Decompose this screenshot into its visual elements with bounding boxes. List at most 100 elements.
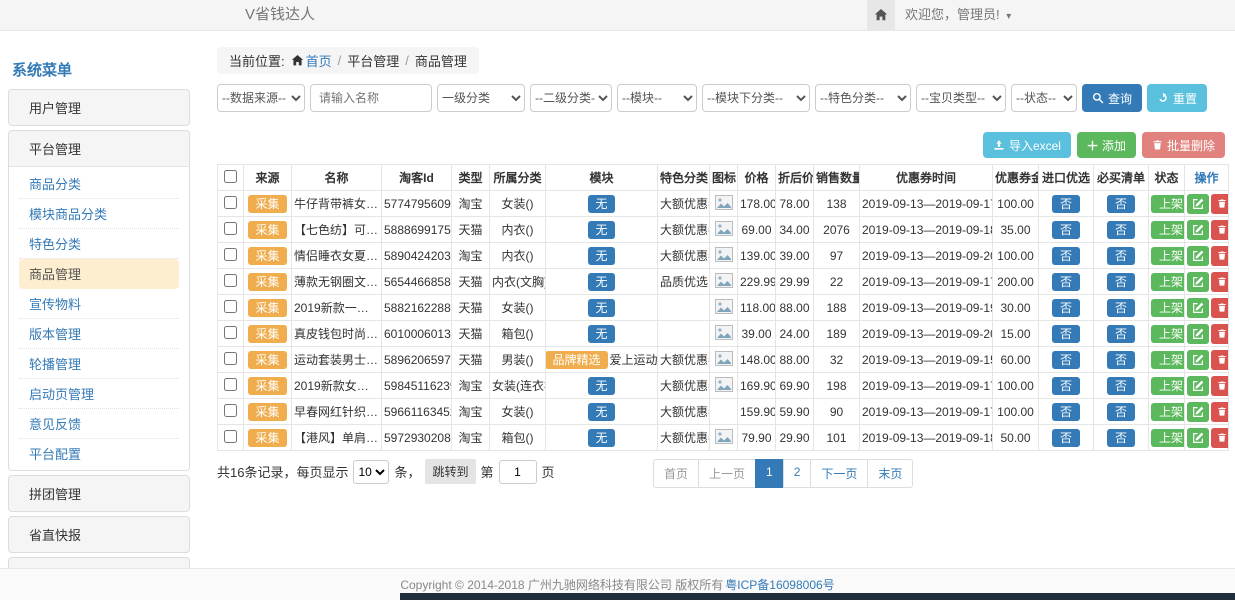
status-toggle[interactable]: 上架 bbox=[1151, 377, 1185, 395]
status-toggle[interactable]: 上架 bbox=[1151, 273, 1185, 291]
delete-button[interactable] bbox=[1211, 350, 1229, 370]
import-select-toggle[interactable]: 否 bbox=[1052, 195, 1080, 213]
query-button[interactable]: 查询 bbox=[1082, 84, 1142, 112]
must-buy-toggle[interactable]: 否 bbox=[1107, 429, 1135, 447]
pager-button[interactable]: 1 bbox=[755, 459, 784, 488]
delete-button[interactable] bbox=[1211, 428, 1229, 448]
user-menu[interactable]: 欢迎您，管理员! ▾ bbox=[905, 0, 1011, 32]
sidebar-item[interactable]: 省直快报 bbox=[9, 517, 189, 552]
must-buy-toggle[interactable]: 否 bbox=[1107, 221, 1135, 239]
jump-button[interactable]: 跳转到 bbox=[425, 459, 475, 484]
row-checkbox[interactable] bbox=[224, 378, 237, 391]
delete-button[interactable] bbox=[1211, 402, 1229, 422]
import-select-toggle[interactable]: 否 bbox=[1052, 273, 1080, 291]
must-buy-toggle[interactable]: 否 bbox=[1107, 351, 1135, 369]
row-checkbox[interactable] bbox=[224, 430, 237, 443]
import-select-toggle[interactable]: 否 bbox=[1052, 351, 1080, 369]
icp-link[interactable]: 粤ICP备16098006号 bbox=[725, 576, 834, 593]
sidebar-subitem[interactable]: 特色分类 bbox=[19, 229, 179, 259]
filter-select[interactable]: --特色分类-- bbox=[815, 84, 911, 112]
edit-button[interactable] bbox=[1187, 220, 1209, 240]
jump-page-input[interactable] bbox=[499, 460, 537, 484]
select-all-checkbox[interactable] bbox=[224, 170, 237, 183]
sidebar-item[interactable]: 用户管理 bbox=[9, 90, 189, 125]
row-checkbox[interactable] bbox=[224, 352, 237, 365]
page-size-select[interactable]: 10 bbox=[353, 460, 389, 484]
status-toggle[interactable]: 上架 bbox=[1151, 247, 1185, 265]
must-buy-toggle[interactable]: 否 bbox=[1107, 195, 1135, 213]
status-toggle[interactable]: 上架 bbox=[1151, 221, 1185, 239]
reset-button[interactable]: 重置 bbox=[1147, 84, 1207, 112]
edit-button[interactable] bbox=[1187, 324, 1209, 344]
status-toggle[interactable]: 上架 bbox=[1151, 429, 1185, 447]
pager-button[interactable]: 下一页 bbox=[810, 459, 868, 488]
delete-button[interactable] bbox=[1211, 324, 1229, 344]
row-checkbox[interactable] bbox=[224, 326, 237, 339]
status-toggle[interactable]: 上架 bbox=[1151, 325, 1185, 343]
sidebar-subitem[interactable]: 轮播管理 bbox=[19, 349, 179, 379]
import-select-toggle[interactable]: 否 bbox=[1052, 221, 1080, 239]
sidebar-subitem[interactable]: 商品分类 bbox=[19, 169, 179, 199]
must-buy-toggle[interactable]: 否 bbox=[1107, 273, 1135, 291]
edit-button[interactable] bbox=[1187, 376, 1209, 396]
import-select-toggle[interactable]: 否 bbox=[1052, 325, 1080, 343]
must-buy-toggle[interactable]: 否 bbox=[1107, 247, 1135, 265]
edit-button[interactable] bbox=[1187, 194, 1209, 214]
status-toggle[interactable]: 上架 bbox=[1151, 403, 1185, 421]
row-checkbox[interactable] bbox=[224, 222, 237, 235]
edit-button[interactable] bbox=[1187, 402, 1209, 422]
row-checkbox[interactable] bbox=[224, 300, 237, 313]
status-toggle[interactable]: 上架 bbox=[1151, 195, 1185, 213]
edit-button[interactable] bbox=[1187, 246, 1209, 266]
filter-select[interactable]: --模块-- bbox=[617, 84, 697, 112]
filter-select[interactable]: --状态-- bbox=[1011, 84, 1077, 112]
import-excel-button[interactable]: 导入excel bbox=[983, 132, 1071, 158]
delete-button[interactable] bbox=[1211, 272, 1229, 292]
status-toggle[interactable]: 上架 bbox=[1151, 299, 1185, 317]
sidebar-item[interactable]: 平台管理 bbox=[9, 131, 189, 166]
row-checkbox[interactable] bbox=[224, 274, 237, 287]
must-buy-toggle[interactable]: 否 bbox=[1107, 377, 1135, 395]
sidebar-subitem[interactable]: 版本管理 bbox=[19, 319, 179, 349]
delete-button[interactable] bbox=[1211, 220, 1229, 240]
row-checkbox[interactable] bbox=[224, 248, 237, 261]
must-buy-toggle[interactable]: 否 bbox=[1107, 325, 1135, 343]
edit-button[interactable] bbox=[1187, 350, 1209, 370]
sidebar-subitem[interactable]: 平台配置 bbox=[19, 439, 179, 468]
delete-button[interactable] bbox=[1211, 194, 1229, 214]
batch-delete-button[interactable]: 批量删除 bbox=[1142, 132, 1225, 158]
import-select-toggle[interactable]: 否 bbox=[1052, 403, 1080, 421]
filter-select[interactable]: 一级分类 bbox=[437, 84, 525, 112]
row-checkbox[interactable] bbox=[224, 196, 237, 209]
delete-button[interactable] bbox=[1211, 246, 1229, 266]
nav-home-button[interactable] bbox=[867, 0, 895, 30]
pager-button[interactable]: 2 bbox=[783, 459, 812, 488]
sidebar-subitem[interactable]: 意见反馈 bbox=[19, 409, 179, 439]
sidebar-subitem[interactable]: 商品管理 bbox=[19, 259, 179, 289]
sidebar-subitem[interactable]: 启动页管理 bbox=[19, 379, 179, 409]
edit-button[interactable] bbox=[1187, 298, 1209, 318]
sidebar-subitem[interactable]: 模块商品分类 bbox=[19, 199, 179, 229]
row-checkbox[interactable] bbox=[224, 404, 237, 417]
edit-button[interactable] bbox=[1187, 428, 1209, 448]
import-select-toggle[interactable]: 否 bbox=[1052, 429, 1080, 447]
import-select-toggle[interactable]: 否 bbox=[1052, 247, 1080, 265]
sidebar-item[interactable]: 拼团管理 bbox=[9, 476, 189, 511]
edit-button[interactable] bbox=[1187, 272, 1209, 292]
filter-select[interactable]: --模块下分类-- bbox=[702, 84, 810, 112]
delete-button[interactable] bbox=[1211, 376, 1229, 396]
status-toggle[interactable]: 上架 bbox=[1151, 351, 1185, 369]
must-buy-toggle[interactable]: 否 bbox=[1107, 403, 1135, 421]
pager-button[interactable]: 末页 bbox=[867, 459, 913, 488]
sidebar-subitem[interactable]: 宣传物料 bbox=[19, 289, 179, 319]
breadcrumb-home-link[interactable]: 首页 bbox=[306, 51, 332, 70]
must-buy-toggle[interactable]: 否 bbox=[1107, 299, 1135, 317]
import-select-toggle[interactable]: 否 bbox=[1052, 299, 1080, 317]
import-select-toggle[interactable]: 否 bbox=[1052, 377, 1080, 395]
name-search-input[interactable] bbox=[310, 84, 432, 112]
filter-select[interactable]: --数据来源-- bbox=[217, 84, 305, 112]
add-button[interactable]: 添加 bbox=[1077, 132, 1136, 158]
delete-button[interactable] bbox=[1211, 298, 1229, 318]
filter-select[interactable]: --宝贝类型-- bbox=[916, 84, 1006, 112]
sidebar-item[interactable]: 消息管理 bbox=[9, 558, 189, 568]
